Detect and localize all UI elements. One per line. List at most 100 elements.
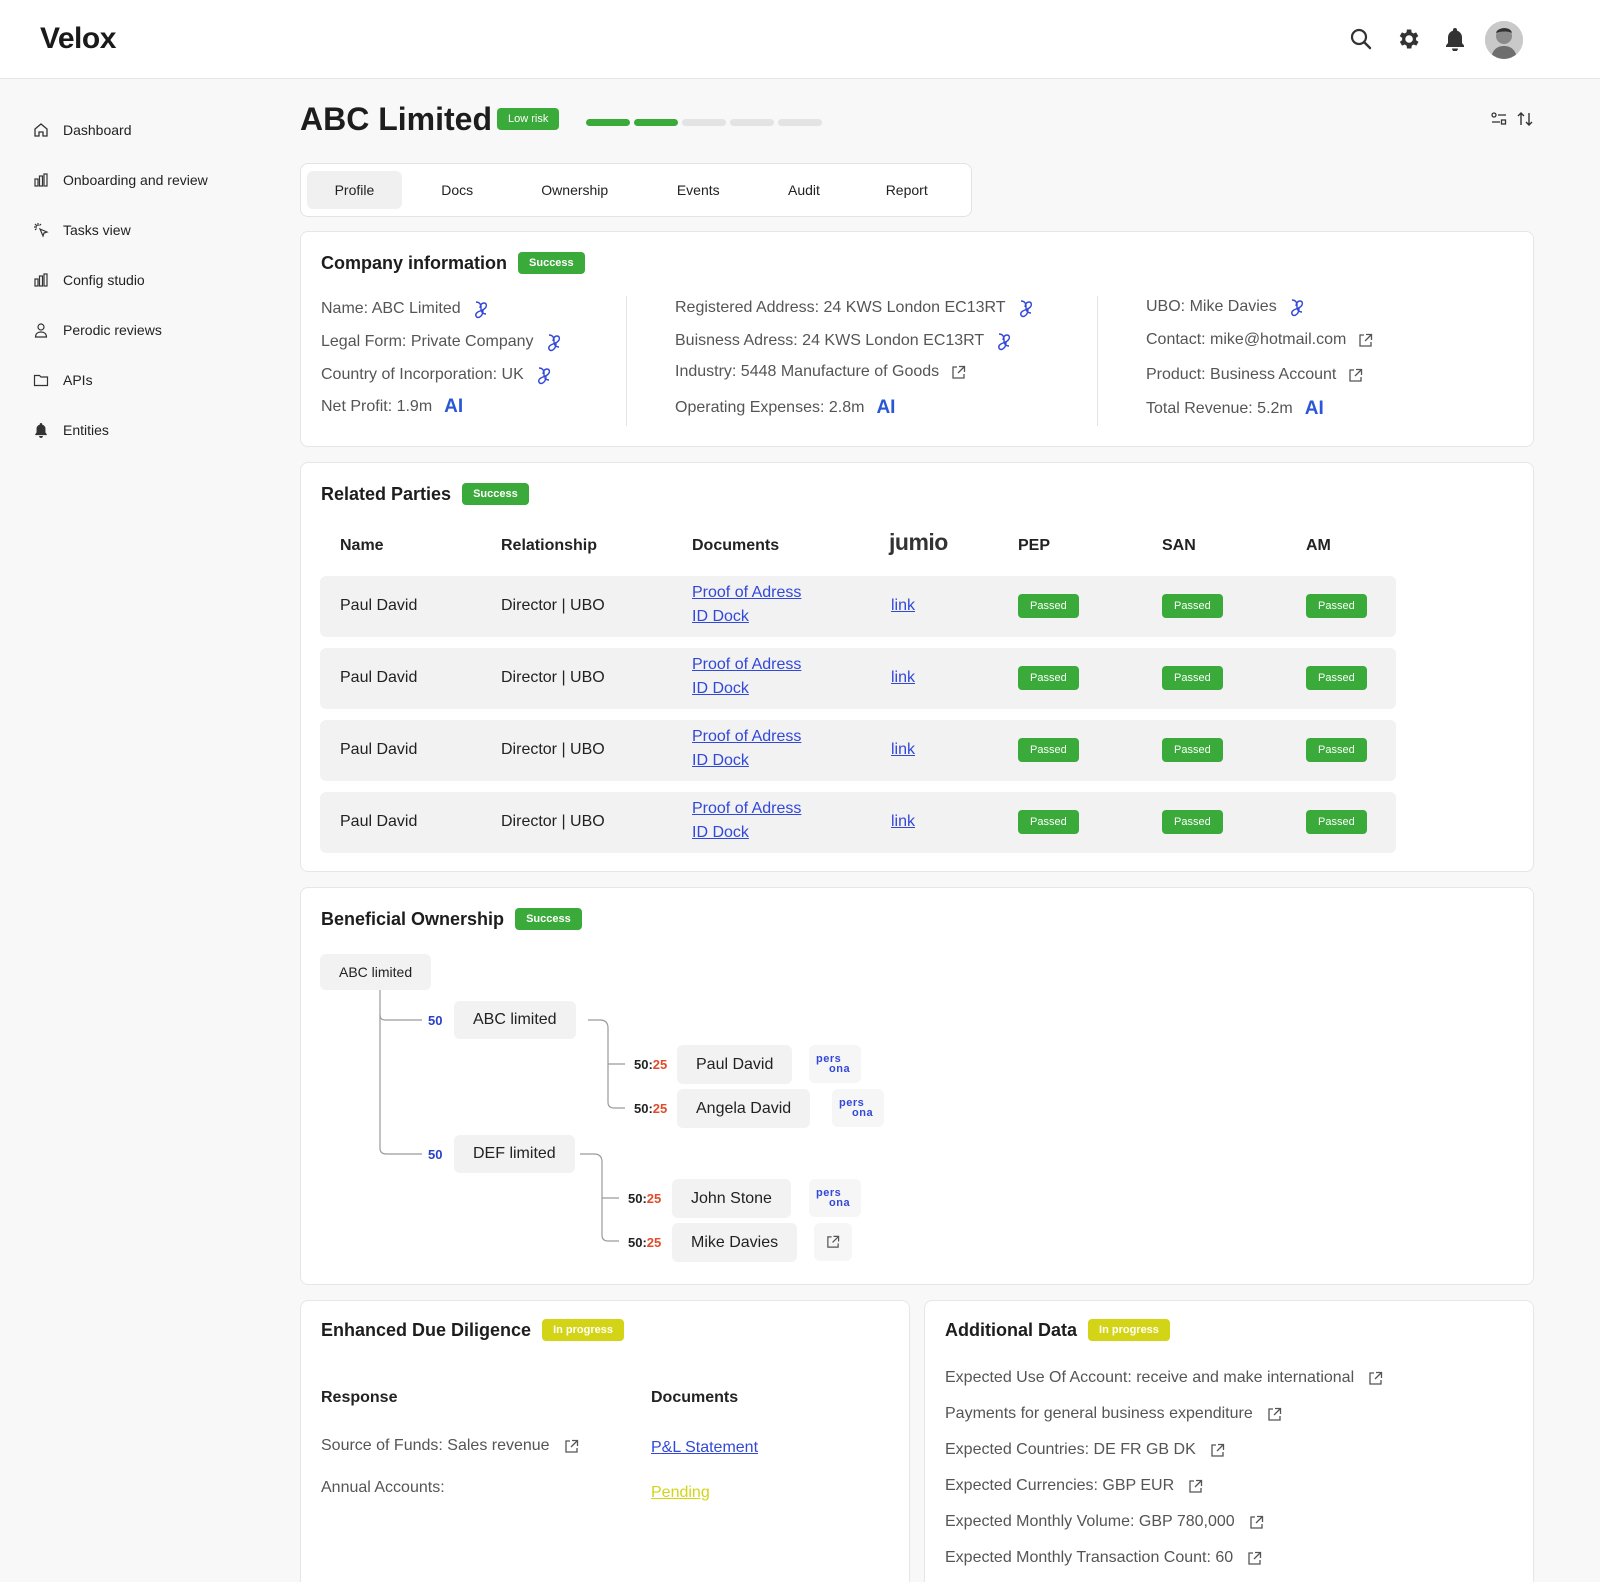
id-document-link[interactable]: ID Dock xyxy=(692,608,801,626)
tab-ownership[interactable]: Ownership xyxy=(513,171,637,209)
ai-icon[interactable]: AI xyxy=(1305,398,1324,420)
column-header-documents: Documents xyxy=(692,537,780,554)
external-link-icon[interactable] xyxy=(1188,1479,1203,1494)
external-link-icon[interactable] xyxy=(564,1439,579,1454)
sidebar-item-periodic-reviews[interactable]: Perodic reviews xyxy=(30,305,270,355)
external-link-icon[interactable] xyxy=(1348,368,1363,383)
table-row[interactable]: Paul David Director | UBO Proof of Adres… xyxy=(320,648,1396,709)
additional-data-title: Additional Data xyxy=(945,1319,1078,1340)
party-documents: Proof of Adress ID Dock xyxy=(692,656,801,698)
pl-statement-link[interactable]: P&L Statement xyxy=(651,1439,758,1457)
jumio-link[interactable]: link xyxy=(891,669,915,687)
column-header-pep: PEP xyxy=(1018,537,1051,554)
id-document-link[interactable]: ID Dock xyxy=(692,752,801,770)
ratio-part: 50: xyxy=(628,1235,647,1250)
sparkle-click-icon xyxy=(30,219,52,241)
id-document-link[interactable]: ID Dock xyxy=(692,824,801,842)
san-status-badge: Passed xyxy=(1162,738,1223,762)
proof-of-address-link[interactable]: Proof of Adress xyxy=(692,728,801,746)
row-text: Expected Currencies: GBP EUR xyxy=(945,1477,1175,1494)
ownership-person-node[interactable]: Angela David xyxy=(677,1089,811,1128)
external-link-icon[interactable] xyxy=(1358,333,1373,348)
persona-verification-icon[interactable]: pers ona xyxy=(809,1045,861,1083)
status-badge: Success xyxy=(462,483,529,505)
sidebar-item-apis[interactable]: APIs xyxy=(30,355,270,405)
external-link-icon[interactable] xyxy=(1249,1515,1264,1530)
id-document-link[interactable]: ID Dock xyxy=(692,680,801,698)
table-row[interactable]: Paul David Director | UBO Proof of Adres… xyxy=(320,576,1396,637)
company-info-field: Industry: 5448 Manufacture of Goods xyxy=(675,363,966,381)
ownership-ratio: 50:25 xyxy=(628,1191,661,1206)
proof-of-address-link[interactable]: Proof of Adress xyxy=(692,800,801,818)
pep-status-badge: Passed xyxy=(1018,738,1079,762)
sidebar-item-dashboard[interactable]: Dashboard xyxy=(30,105,270,155)
field-text: Operating Expenses: 2.8m xyxy=(675,399,865,416)
link-chain-icon[interactable] xyxy=(546,332,564,352)
company-information-card: Company information Success Name: ABC Li… xyxy=(300,231,1534,447)
additional-data-row: Expected Monthly Transaction Count: 60 xyxy=(945,1549,1262,1567)
am-status-badge: Passed xyxy=(1306,810,1367,834)
proof-of-address-link[interactable]: Proof of Adress xyxy=(692,656,801,674)
tab-events[interactable]: Events xyxy=(637,171,760,209)
ownership-person-node[interactable]: Mike Davies xyxy=(672,1223,798,1262)
link-chain-icon[interactable] xyxy=(473,299,491,319)
jumio-link[interactable]: link xyxy=(891,813,915,831)
proof-of-address-link[interactable]: Proof of Adress xyxy=(692,584,801,602)
external-link-icon[interactable] xyxy=(1210,1443,1225,1458)
user-avatar[interactable] xyxy=(1485,21,1523,59)
ownership-root-node[interactable]: ABC limited xyxy=(320,954,432,990)
sort-icon[interactable] xyxy=(1516,110,1534,133)
header-actions xyxy=(1490,110,1534,133)
tab-report[interactable]: Report xyxy=(848,171,965,209)
link-chain-icon[interactable] xyxy=(536,365,554,385)
pending-document-link[interactable]: Pending xyxy=(651,1484,710,1502)
persona-verification-icon[interactable]: pers ona xyxy=(809,1179,861,1217)
external-link-icon[interactable] xyxy=(951,365,966,380)
tab-audit[interactable]: Audit xyxy=(760,171,849,209)
field-text: Registered Address: 24 KWS London EC13RT xyxy=(675,299,1006,316)
ownership-entity-node[interactable]: DEF limited xyxy=(454,1135,575,1173)
party-documents: Proof of Adress ID Dock xyxy=(692,800,801,842)
sidebar-item-tasks[interactable]: Tasks view xyxy=(30,205,270,255)
column-header-relationship: Relationship xyxy=(501,537,598,554)
field-text: Buisness Adress: 24 KWS London EC13RT xyxy=(675,332,985,349)
sidebar-item-label: Tasks view xyxy=(63,222,131,238)
table-row[interactable]: Paul David Director | UBO Proof of Adres… xyxy=(320,792,1396,853)
company-info-field: Contact: mike@hotmail.com xyxy=(1146,331,1373,349)
ownership-person-node[interactable]: John Stone xyxy=(672,1179,791,1218)
sidebar-item-onboarding[interactable]: Onboarding and review xyxy=(30,155,270,205)
jumio-link[interactable]: link xyxy=(891,741,915,759)
link-chain-icon[interactable] xyxy=(1289,297,1307,317)
sidebar-item-label: Dashboard xyxy=(63,122,132,138)
bell-icon xyxy=(30,419,52,441)
external-link-icon[interactable] xyxy=(1247,1551,1262,1566)
gear-icon[interactable] xyxy=(1395,26,1421,52)
app-logo[interactable]: Velox xyxy=(40,22,116,56)
search-icon[interactable] xyxy=(1348,26,1374,52)
link-chain-icon[interactable] xyxy=(996,331,1014,351)
table-row[interactable]: Paul David Director | UBO Proof of Adres… xyxy=(320,720,1396,781)
column-divider xyxy=(1097,296,1098,426)
company-info-field: Buisness Adress: 24 KWS London EC13RT xyxy=(675,331,1014,351)
ownership-entity-node[interactable]: ABC limited xyxy=(454,1001,576,1039)
external-link-icon[interactable] xyxy=(1368,1371,1383,1386)
tab-docs[interactable]: Docs xyxy=(402,171,513,209)
link-chain-icon[interactable] xyxy=(1018,298,1036,318)
tab-profile[interactable]: Profile xyxy=(307,171,402,209)
status-badge: Success xyxy=(518,252,585,274)
ownership-person-node[interactable]: Paul David xyxy=(677,1045,793,1084)
sidebar-item-entities[interactable]: Entities xyxy=(30,405,270,455)
jumio-link[interactable]: link xyxy=(891,597,915,615)
row-text: Expected Countries: DE FR GB DK xyxy=(945,1441,1196,1458)
san-status-badge: Passed xyxy=(1162,810,1223,834)
ai-icon[interactable]: AI xyxy=(876,397,895,419)
sidebar-item-config-studio[interactable]: Config studio xyxy=(30,255,270,305)
external-link-icon[interactable] xyxy=(1267,1407,1282,1422)
bell-icon[interactable] xyxy=(1442,26,1468,52)
pep-status-badge: Passed xyxy=(1018,810,1079,834)
field-text: Total Revenue: 5.2m xyxy=(1146,400,1293,417)
persona-verification-icon[interactable]: pers ona xyxy=(832,1089,884,1127)
filter-settings-icon[interactable] xyxy=(1490,110,1508,133)
ai-icon[interactable]: AI xyxy=(444,396,463,418)
external-link-icon[interactable] xyxy=(814,1223,852,1261)
